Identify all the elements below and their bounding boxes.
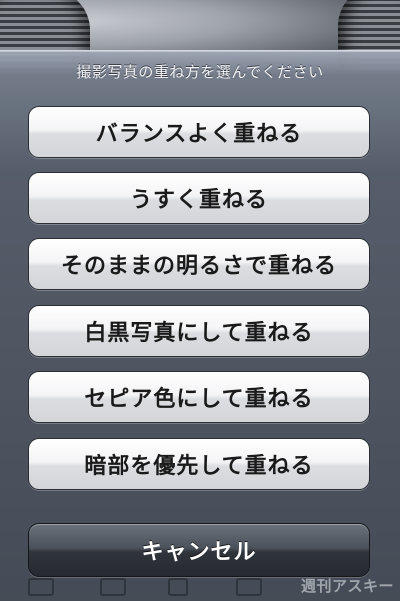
watermark-logo: 週刊アスキー (300, 577, 394, 595)
upload-icon (168, 578, 188, 596)
option-dark-priority-button[interactable]: 暗部を優先して重ねる (28, 438, 370, 490)
option-light-blend-button[interactable]: うすく重ねる (28, 172, 370, 224)
gallery-icon (100, 578, 126, 596)
option-original-brightness-button[interactable]: そのままの明るさで重ねる (28, 238, 370, 290)
action-sheet-title: 撮影写真の重ね方を選んでください (76, 63, 324, 81)
settings-icon (236, 578, 262, 596)
option-balanced-blend-button[interactable]: バランスよく重ねる (28, 106, 370, 158)
camera-icon (28, 578, 54, 596)
action-sheet: 撮影写真の重ね方を選んでください バランスよく重ねる うすく重ねる そのままの明… (0, 50, 400, 601)
cancel-button[interactable]: キャンセル (28, 523, 370, 577)
option-sepia-button[interactable]: セピア色にして重ねる (28, 371, 370, 423)
option-monochrome-button[interactable]: 白黒写真にして重ねる (28, 305, 370, 357)
